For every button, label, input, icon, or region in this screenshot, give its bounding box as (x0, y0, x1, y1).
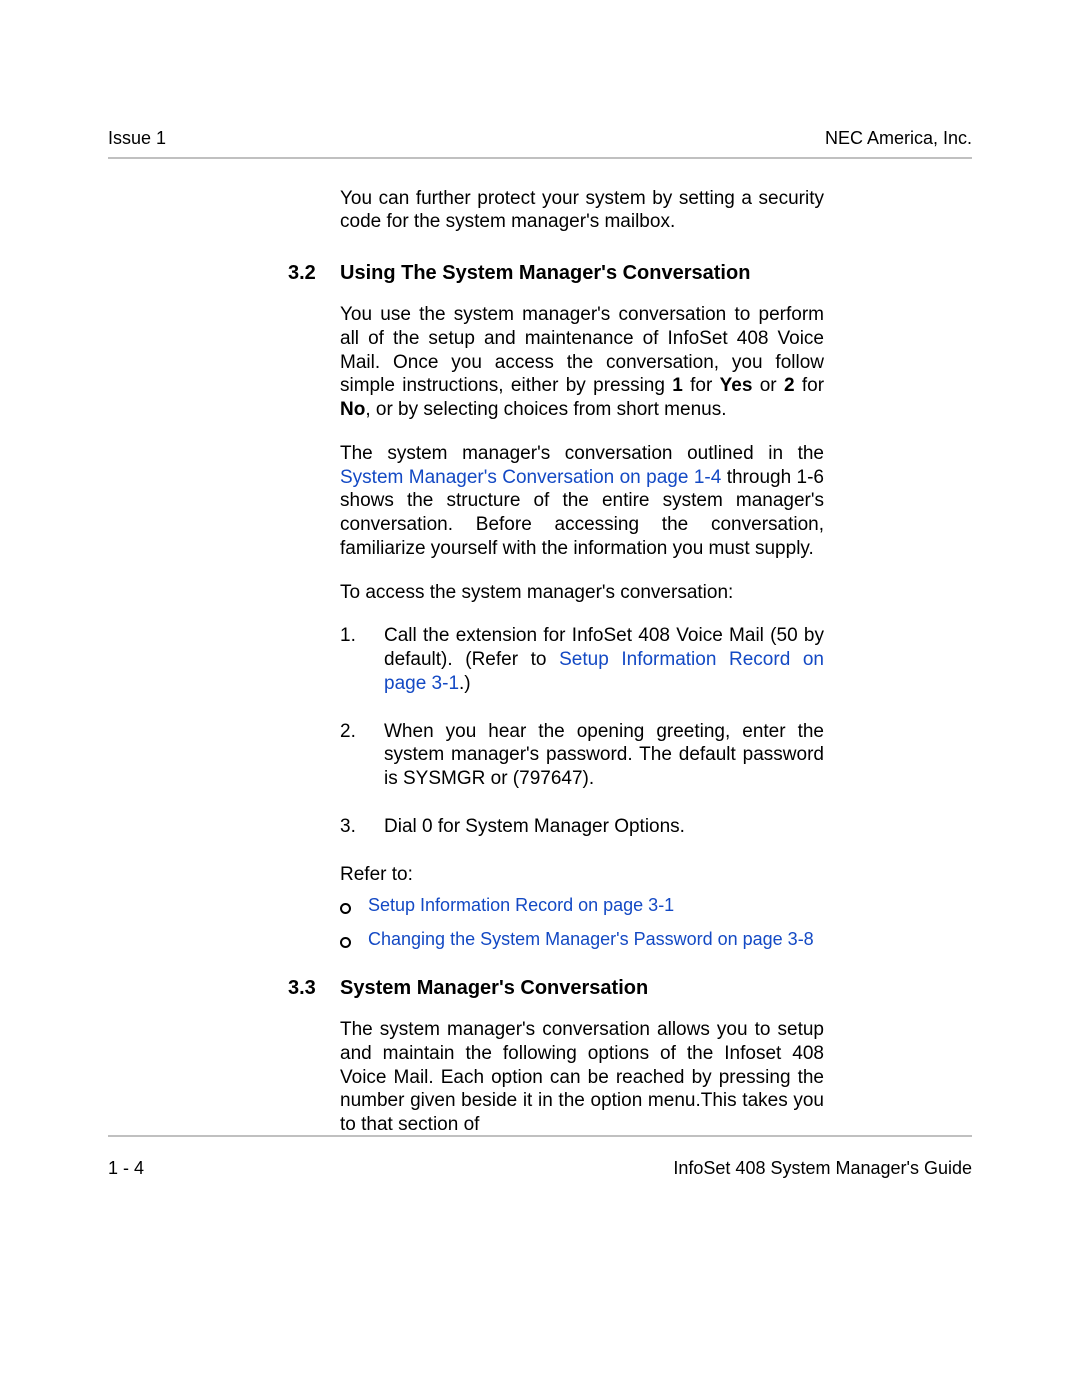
bullet-icon (340, 894, 368, 917)
list-item: 2. When you hear the opening greeting, e… (340, 720, 824, 791)
list-item: 3. Dial 0 for System Manager Options. (340, 815, 824, 839)
section-number: 3.3 (288, 977, 340, 1000)
text: The system manager's conversation outlin… (340, 443, 824, 464)
list-item: Setup Information Record on page 3-1 (340, 894, 824, 917)
text: for (795, 375, 825, 396)
page-header: Issue 1 NEC America, Inc. (108, 128, 972, 155)
section-title: System Manager's Conversation (340, 977, 648, 1000)
intro-paragraph: You can further protect your system by s… (340, 187, 824, 235)
link-change-password[interactable]: Changing the System Manager's Password o… (368, 928, 814, 951)
step-number: 2. (340, 720, 384, 791)
header-right: NEC America, Inc. (825, 128, 972, 149)
footer-doc-title: InfoSet 408 System Manager's Guide (673, 1158, 972, 1179)
footer-rule (108, 1135, 972, 1137)
list-item: Changing the System Manager's Password o… (340, 928, 824, 951)
section-3-3-heading: 3.3 System Manager's Conversation (288, 977, 972, 1000)
refer-to-list: Setup Information Record on page 3-1 Cha… (340, 894, 824, 951)
header-rule (108, 157, 972, 159)
header-left: Issue 1 (108, 128, 166, 149)
bold-2: 2 (784, 375, 795, 396)
section-title: Using The System Manager's Conversation (340, 262, 750, 285)
link-sys-mgr-conv[interactable]: System Manager's Conversation on page 1-… (340, 467, 721, 488)
s32-steps: 1. Call the extension for InfoSet 408 Vo… (340, 624, 824, 838)
link-setup-info-record[interactable]: Setup Information Record on page 3-1 (368, 894, 674, 917)
bullet-icon (340, 928, 368, 951)
refer-to-label: Refer to: (340, 863, 824, 887)
s32-para-2: The system manager's conversation outlin… (340, 442, 824, 561)
s32-para-1: You use the system manager's conversatio… (340, 303, 824, 422)
section-3-2-heading: 3.2 Using The System Manager's Conversat… (288, 262, 972, 285)
step-number: 3. (340, 815, 384, 839)
s32-para-3: To access the system manager's conversat… (340, 581, 824, 605)
section-number: 3.2 (288, 262, 340, 285)
text: , or by selecting choices from short men… (365, 399, 726, 420)
step-body: Dial 0 for System Manager Options. (384, 815, 824, 839)
bold-yes: Yes (720, 375, 753, 396)
page-footer: 1 - 4 InfoSet 408 System Manager's Guide (108, 1158, 972, 1179)
s33-para-1: The system manager's conversation allows… (340, 1018, 824, 1137)
step-body: When you hear the opening greeting, ente… (384, 720, 824, 791)
step-number: 1. (340, 624, 384, 695)
list-item: 1. Call the extension for InfoSet 408 Vo… (340, 624, 824, 695)
text: or (752, 375, 784, 396)
text: for (683, 375, 720, 396)
footer-page-number: 1 - 4 (108, 1158, 144, 1179)
step-body: Call the extension for InfoSet 408 Voice… (384, 624, 824, 695)
bold-no: No (340, 399, 365, 420)
text: .) (459, 673, 471, 694)
bold-1: 1 (672, 375, 683, 396)
page: Issue 1 NEC America, Inc. You can furthe… (0, 0, 1080, 1397)
